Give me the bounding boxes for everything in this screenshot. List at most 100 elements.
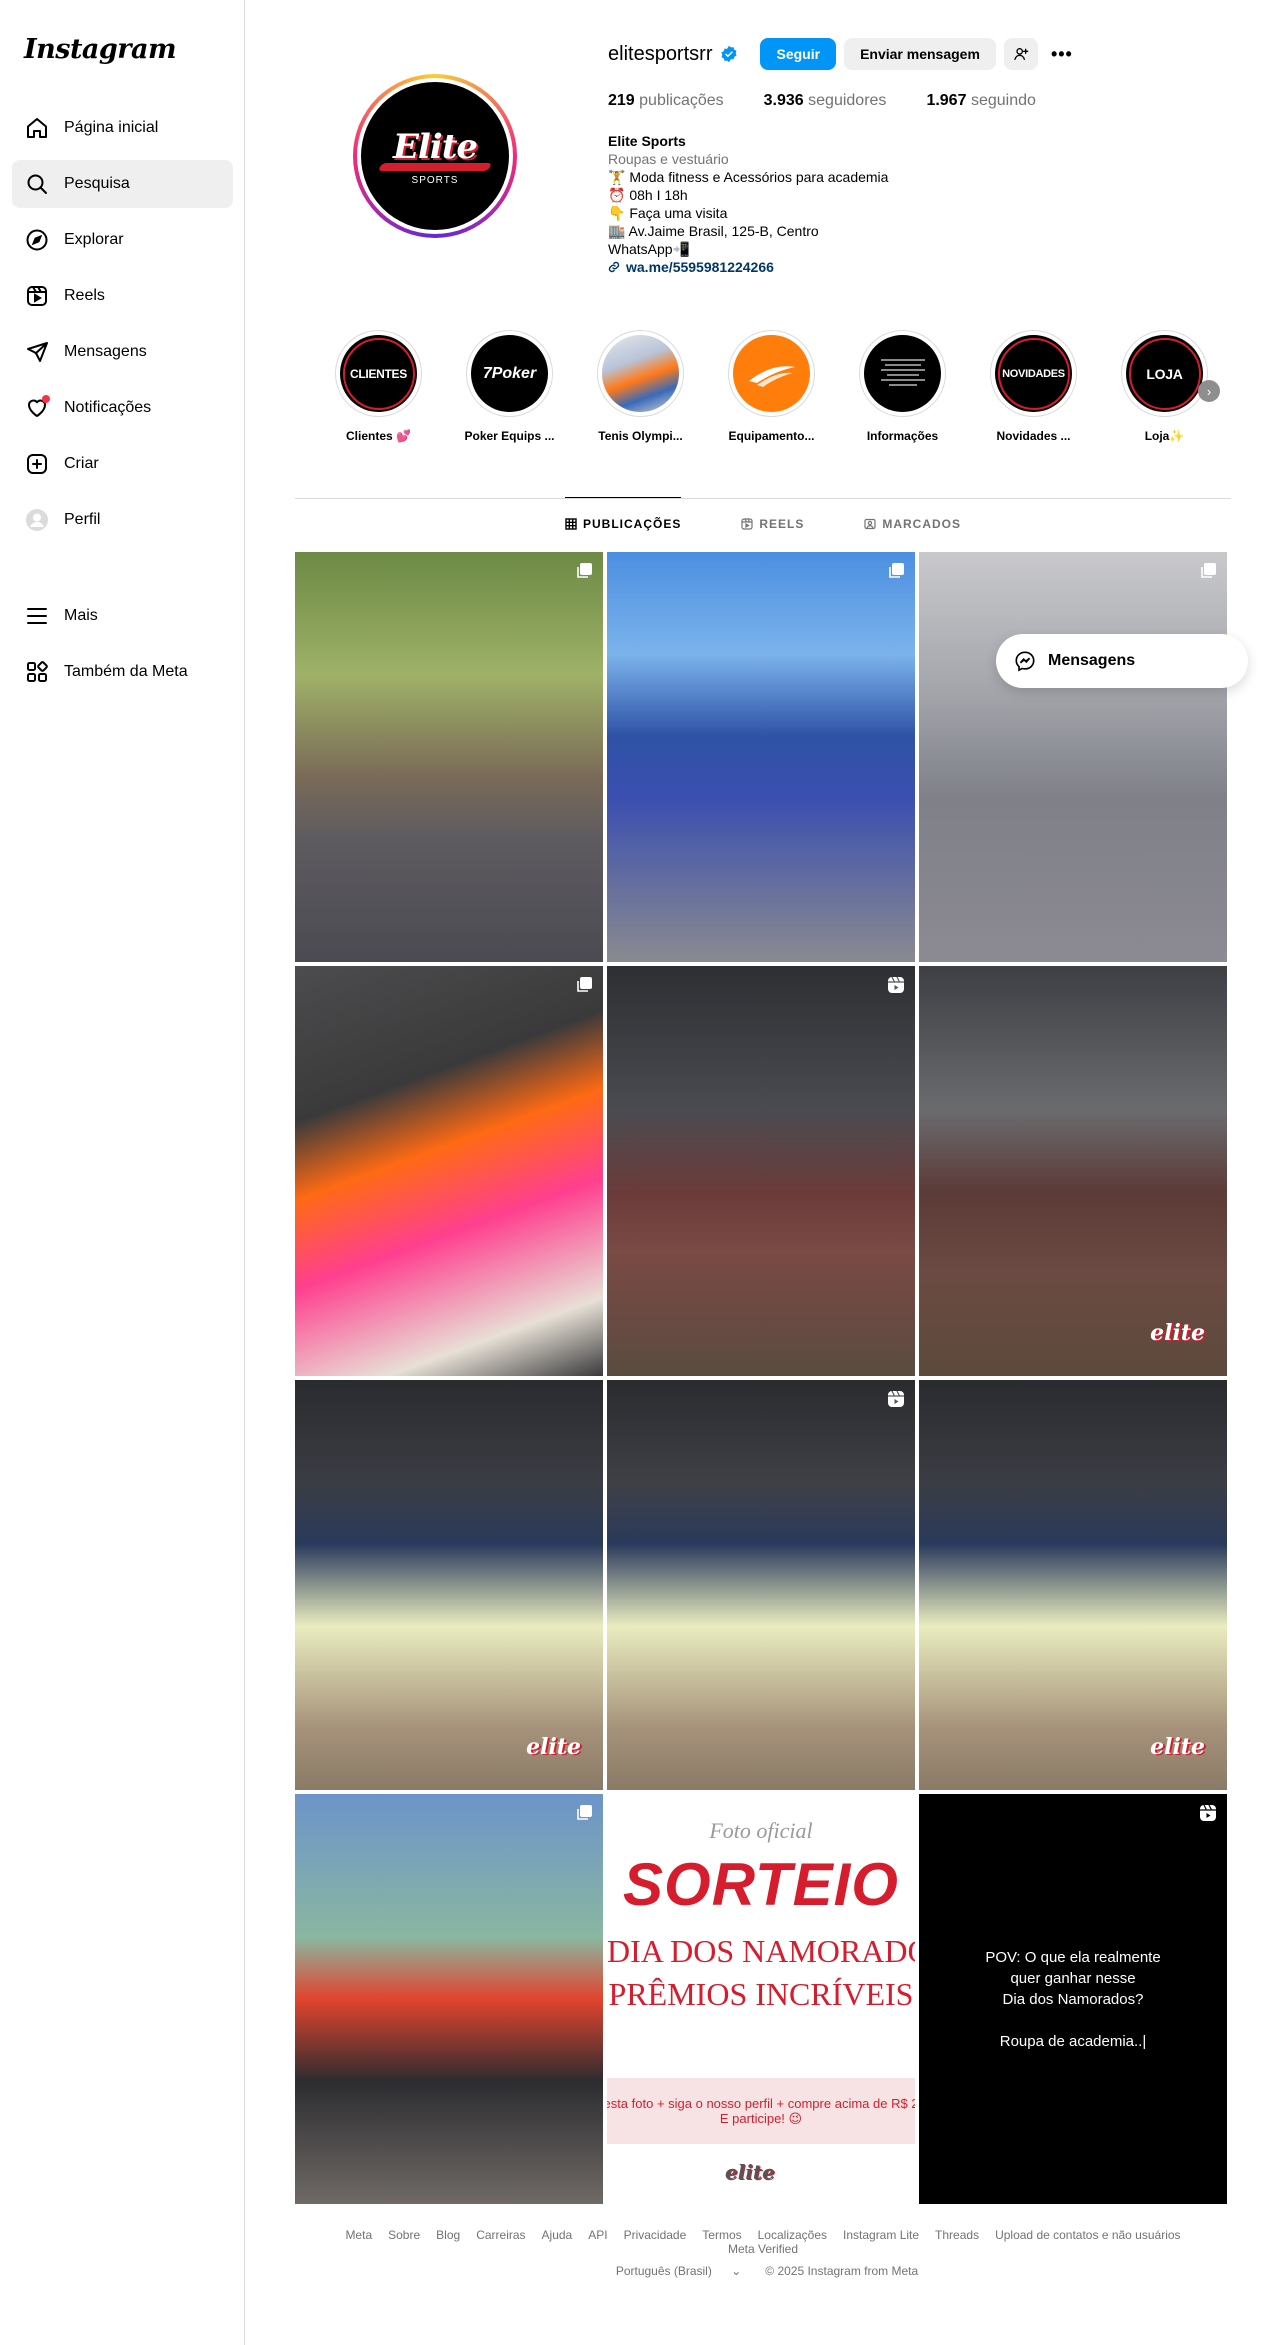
- highlights-next-button[interactable]: ›: [1198, 380, 1220, 402]
- footer-link[interactable]: Threads: [935, 2228, 979, 2242]
- carousel-icon: [577, 977, 592, 992]
- footer-link[interactable]: Termos: [702, 2228, 741, 2242]
- highlight-label: Poker Equips ...: [464, 429, 555, 443]
- tab-publicacoes[interactable]: PUBLICAÇÕES: [564, 497, 682, 549]
- carousel-icon: [1201, 563, 1216, 578]
- footer-link[interactable]: Upload de contatos e não usuários: [995, 2228, 1180, 2242]
- sorteio-foto-label: Foto oficial: [709, 1818, 813, 1843]
- posts-count[interactable]: 219 publicações: [608, 92, 724, 110]
- post-tile[interactable]: elite: [919, 1380, 1227, 1790]
- sidebar-nav: Página inicial Pesquisa Explorar Reels M…: [12, 104, 233, 552]
- highlight-informacoes[interactable]: Informações: [859, 330, 946, 450]
- post-tile[interactable]: [295, 966, 603, 1376]
- sidebar-item-label: Perfil: [64, 511, 101, 528]
- avatar-swoosh: [377, 162, 493, 171]
- post-tile[interactable]: [919, 552, 1227, 962]
- highlight-poker[interactable]: 7Poker Poker Equips ...: [464, 330, 555, 450]
- verified-badge-icon: [721, 45, 737, 63]
- add-user-button[interactable]: [1003, 38, 1038, 70]
- profile-avatar[interactable]: Elite SPORTS: [353, 74, 517, 238]
- highlight-cover: CLIENTES: [340, 335, 417, 412]
- footer-link[interactable]: Ajuda: [542, 2228, 573, 2242]
- more-options-icon[interactable]: •••: [1046, 38, 1078, 70]
- highlight-label: Tenis Olympi...: [598, 429, 683, 443]
- footer-link[interactable]: Privacidade: [624, 2228, 687, 2242]
- sidebar-item-profile[interactable]: Perfil: [12, 496, 233, 544]
- highlight-tenis[interactable]: Tenis Olympi...: [597, 330, 684, 450]
- sidebar-item-reels[interactable]: Reels: [12, 272, 233, 320]
- highlight-label: Clientes 💕: [346, 429, 411, 443]
- footer-links: Meta Sobre Blog Carreiras Ajuda API Priv…: [295, 2228, 1231, 2256]
- avatar-icon: [24, 507, 50, 533]
- sidebar-bottom: Mais Também da Meta: [12, 592, 233, 704]
- post-tile-sorteio[interactable]: Foto oficial SORTEIO DIA DOS NAMORADOS P…: [607, 1794, 915, 2204]
- bio-line: 👇 Faça uma visita: [608, 205, 728, 221]
- highlight-novidades[interactable]: NOVIDADES Novidades ...: [990, 330, 1077, 450]
- bio-line: WhatsApp📲: [608, 241, 691, 257]
- highlight-cover: 7Poker: [471, 335, 548, 412]
- tab-reels[interactable]: REELS: [741, 497, 804, 549]
- sidebar-item-explore[interactable]: Explorar: [12, 216, 233, 264]
- profile-bio: Elite Sports Roupas e vestuário 🏋 Moda f…: [608, 132, 1228, 276]
- footer-link[interactable]: API: [588, 2228, 607, 2242]
- highlight-label: Informações: [866, 429, 939, 443]
- post-tile[interactable]: [295, 1794, 603, 2204]
- sorteio-line1: DIA DOS NAMORADOS: [607, 1933, 915, 1969]
- footer-link[interactable]: Instagram Lite: [843, 2228, 919, 2242]
- post-tile[interactable]: [607, 966, 915, 1376]
- followers-count[interactable]: 3.936 seguidores: [764, 92, 887, 110]
- language-select[interactable]: Português (Brasil) ⌄: [608, 2264, 749, 2278]
- bio-link[interactable]: wa.me/5595981224266: [608, 258, 1228, 276]
- bio-line: 🏋 Moda fitness e Acessórios para academi…: [608, 169, 889, 185]
- tab-marcados[interactable]: MARCADOS: [864, 497, 961, 549]
- send-message-button[interactable]: Enviar mensagem: [844, 38, 996, 70]
- menu-icon: [24, 603, 50, 629]
- profile-tabs: PUBLICAÇÕES REELS MARCADOS: [295, 497, 1231, 550]
- sidebar-item-messages[interactable]: Mensagens: [12, 328, 233, 376]
- add-user-icon: [1014, 48, 1029, 60]
- instagram-logo[interactable]: Instagram: [24, 34, 177, 65]
- highlight-clientes[interactable]: CLIENTES Clientes 💕: [335, 330, 422, 450]
- sorteio-title: SORTEIO: [623, 1851, 899, 1918]
- sidebar: Instagram Página inicial Pesquisa Explor…: [0, 0, 245, 2345]
- post-watermark: elite: [1150, 1734, 1205, 1760]
- sidebar-item-label: Pesquisa: [64, 175, 130, 192]
- post-tile[interactable]: [607, 552, 915, 962]
- footer-link[interactable]: Localizações: [758, 2228, 827, 2242]
- sidebar-item-more[interactable]: Mais: [12, 592, 233, 640]
- bio-line: 🏬 Av.Jaime Brasil, 125-B, Centro: [608, 223, 819, 239]
- post-tile-pov[interactable]: POV: O que ela realmente quer ganhar nes…: [919, 1794, 1227, 2204]
- footer-link[interactable]: Carreiras: [476, 2228, 525, 2242]
- footer-link[interactable]: Blog: [436, 2228, 460, 2242]
- sidebar-item-search[interactable]: Pesquisa: [12, 160, 233, 208]
- post-tile[interactable]: elite: [295, 1380, 603, 1790]
- search-icon: [24, 171, 50, 197]
- highlight-label: Equipamento...: [728, 429, 815, 443]
- profile-username: elitesportsrr: [608, 42, 713, 65]
- footer-link[interactable]: Meta: [345, 2228, 372, 2242]
- messenger-icon: [1015, 651, 1035, 672]
- following-count[interactable]: 1.967 seguindo: [926, 92, 1035, 110]
- highlight-equipamentos[interactable]: Equipamento...: [728, 330, 815, 450]
- sidebar-item-label: Mensagens: [64, 343, 147, 360]
- sidebar-item-label: Mais: [64, 607, 98, 624]
- footer-link[interactable]: Sobre: [388, 2228, 420, 2242]
- messages-pill[interactable]: Mensagens: [996, 634, 1248, 688]
- sidebar-item-also-from-meta[interactable]: Também da Meta: [12, 648, 233, 696]
- post-tile[interactable]: elite: [919, 966, 1227, 1376]
- sidebar-item-create[interactable]: Criar: [12, 440, 233, 488]
- sidebar-item-home[interactable]: Página inicial: [12, 104, 233, 152]
- post-watermark: elite: [1150, 1320, 1205, 1346]
- sorteio-logo: elite: [725, 2160, 775, 2184]
- highlight-loja[interactable]: LOJA Loja✨: [1121, 330, 1208, 450]
- avatar-brand-logo: Elite: [392, 126, 478, 167]
- compass-icon: [24, 227, 50, 253]
- footer-link[interactable]: Meta Verified: [728, 2242, 798, 2256]
- send-icon: [24, 339, 50, 365]
- post-tile[interactable]: [607, 1380, 915, 1790]
- follow-button[interactable]: Seguir: [760, 38, 837, 70]
- post-tile[interactable]: [295, 552, 603, 962]
- highlight-label: Loja✨: [1144, 429, 1185, 443]
- sidebar-item-notifications[interactable]: Notificações: [12, 384, 233, 432]
- bio-line: ⏰ 08h I 18h: [608, 187, 688, 203]
